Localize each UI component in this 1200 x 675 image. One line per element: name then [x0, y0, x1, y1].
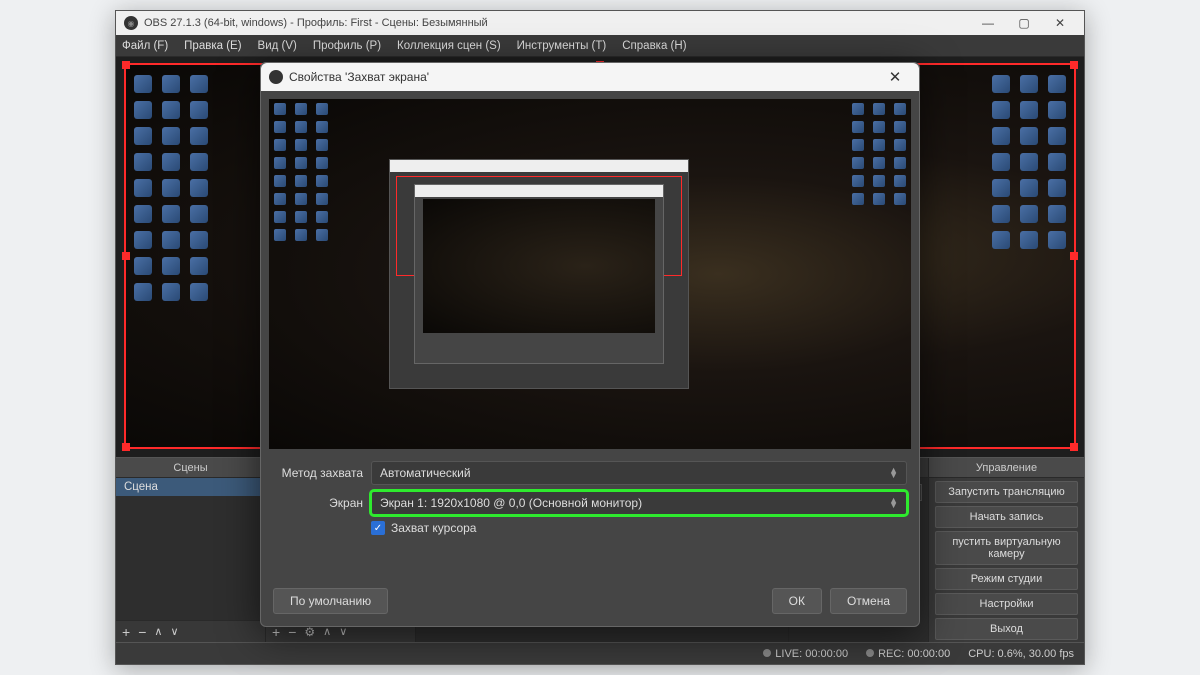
obs-logo-icon: [269, 70, 283, 84]
defaults-button[interactable]: По умолчанию: [273, 588, 388, 614]
exit-button[interactable]: Выход: [935, 618, 1078, 640]
controls-dock: Управление Запустить трансляцию Начать з…: [929, 458, 1084, 642]
menu-bar: Файл (F) Правка (E) Вид (V) Профиль (P) …: [116, 35, 1084, 57]
dialog-title-bar: Свойства 'Захват экрана' ✕: [261, 63, 919, 91]
settings-button[interactable]: Настройки: [935, 593, 1078, 615]
minimize-button[interactable]: —: [970, 12, 1006, 34]
controls-tab: Управление: [929, 458, 1084, 478]
menu-view[interactable]: Вид (V): [258, 40, 297, 52]
title-bar: ◉ OBS 27.1.3 (64-bit, windows) - Профиль…: [116, 11, 1084, 35]
dialog-title: Свойства 'Захват экрана': [289, 70, 429, 84]
dialog-preview: [269, 99, 911, 449]
menu-scene-collection[interactable]: Коллекция сцен (S): [397, 40, 501, 52]
status-rec: REC: 00:00:00: [866, 648, 950, 660]
scenes-toolbar: + − ∧ ∨: [116, 620, 265, 642]
window-title: OBS 27.1.3 (64-bit, windows) - Профиль: …: [144, 17, 488, 29]
dialog-buttons: По умолчанию ОК Отмена: [261, 576, 919, 626]
obs-logo-icon: ◉: [124, 16, 138, 30]
menu-tools[interactable]: Инструменты (T): [517, 40, 607, 52]
start-vcam-button[interactable]: пустить виртуальную камеру: [935, 531, 1078, 565]
dialog-close-button[interactable]: ✕: [879, 68, 911, 86]
screen-select[interactable]: Экран 1: 1920x1080 @ 0,0 (Основной монит…: [371, 491, 907, 515]
ok-button[interactable]: ОК: [772, 588, 822, 614]
menu-file[interactable]: Файл (F): [122, 40, 168, 52]
scene-item[interactable]: Сцена: [116, 478, 265, 496]
scene-down-icon[interactable]: ∨: [170, 625, 178, 638]
capture-cursor-checkbox[interactable]: ✓: [371, 521, 385, 535]
studio-mode-button[interactable]: Режим студии: [935, 568, 1078, 590]
scenes-tab[interactable]: Сцены: [116, 458, 265, 478]
close-button[interactable]: ✕: [1042, 12, 1078, 34]
cancel-button[interactable]: Отмена: [830, 588, 907, 614]
menu-help[interactable]: Справка (H): [622, 40, 686, 52]
maximize-button[interactable]: ▢: [1006, 12, 1042, 34]
start-stream-button[interactable]: Запустить трансляцию: [935, 481, 1078, 503]
screen-label: Экран: [273, 496, 363, 510]
capture-method-select[interactable]: Автоматический ▲▼: [371, 461, 907, 485]
add-scene-icon[interactable]: +: [122, 624, 130, 640]
capture-cursor-label: Захват курсора: [391, 521, 476, 535]
properties-dialog: Свойства 'Захват экрана' ✕ Метод захвата…: [260, 62, 920, 627]
remove-scene-icon[interactable]: −: [138, 624, 146, 640]
menu-edit[interactable]: Правка (E): [184, 40, 241, 52]
capture-method-label: Метод захвата: [273, 466, 363, 480]
scenes-dock: Сцены Сцена + − ∧ ∨: [116, 458, 266, 642]
dialog-form: Метод захвата Автоматический ▲▼ Экран Эк…: [261, 457, 919, 539]
scene-up-icon[interactable]: ∧: [154, 625, 162, 638]
menu-profile[interactable]: Профиль (P): [313, 40, 381, 52]
status-bar: LIVE: 00:00:00 REC: 00:00:00 CPU: 0.6%, …: [116, 642, 1084, 664]
status-cpu: CPU: 0.6%, 30.00 fps: [968, 648, 1074, 660]
status-live: LIVE: 00:00:00: [763, 648, 848, 660]
start-record-button[interactable]: Начать запись: [935, 506, 1078, 528]
